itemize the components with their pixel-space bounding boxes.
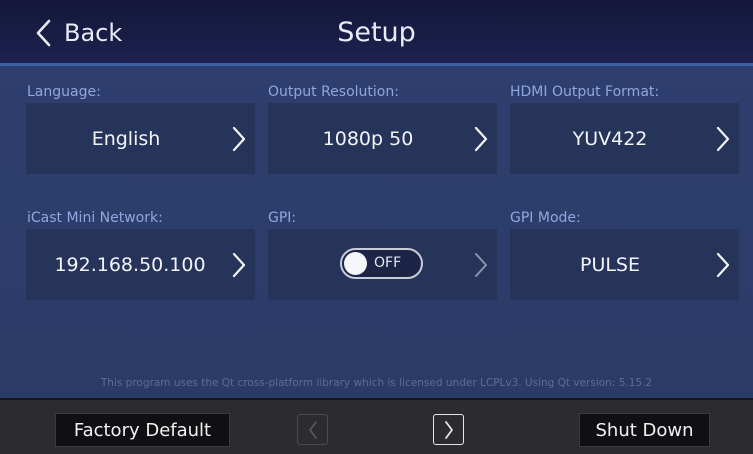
gpi-tile: OFF (268, 229, 497, 300)
output-resolution-selector[interactable]: 1080p 50 (268, 103, 497, 174)
icast-mini-network-label: iCast Mini Network: (27, 210, 163, 226)
chevron-right-icon (474, 126, 488, 152)
gpi-toggle-state: OFF (374, 255, 402, 271)
chevron-right-icon (716, 252, 730, 278)
output-resolution-value: 1080p 50 (322, 127, 414, 150)
chevron-right-icon (232, 252, 246, 278)
next-page-button[interactable] (433, 414, 464, 445)
language-value: English (91, 127, 161, 150)
gpi-mode-value: PULSE (579, 253, 640, 276)
chevron-right-icon (444, 420, 453, 439)
chevron-right-icon (716, 126, 730, 152)
icast-mini-network-selector[interactable]: 192.168.50.100 (26, 229, 255, 300)
header-bar: Back Setup (0, 0, 753, 66)
factory-default-button[interactable]: Factory Default (55, 413, 230, 447)
chevron-left-icon (308, 420, 317, 439)
gpi-toggle[interactable]: OFF (340, 248, 423, 279)
chevron-right-icon (232, 126, 246, 152)
language-selector[interactable]: English (26, 103, 255, 174)
language-label: Language: (27, 84, 101, 100)
hdmi-output-format-value: YUV422 (572, 127, 648, 150)
previous-page-button[interactable] (297, 414, 328, 445)
icast-mini-network-value: 192.168.50.100 (54, 253, 206, 276)
bottom-bar: Factory Default Shut Down (0, 398, 753, 454)
gpi-label: GPI: (268, 210, 297, 226)
license-notice: This program uses the Qt cross-platform … (100, 377, 653, 389)
chevron-right-icon (475, 253, 487, 277)
shut-down-button[interactable]: Shut Down (579, 413, 710, 447)
gpi-mode-label: GPI Mode: (510, 210, 581, 226)
gpi-mode-selector[interactable]: PULSE (510, 229, 739, 300)
hdmi-output-format-selector[interactable]: YUV422 (510, 103, 739, 174)
setup-screen: Back Setup Language: Output Resolution: … (0, 0, 753, 454)
output-resolution-label: Output Resolution: (268, 84, 399, 100)
page-title: Setup (337, 17, 416, 48)
toggle-knob (344, 252, 367, 275)
hdmi-output-format-label: HDMI Output Format: (510, 84, 660, 100)
